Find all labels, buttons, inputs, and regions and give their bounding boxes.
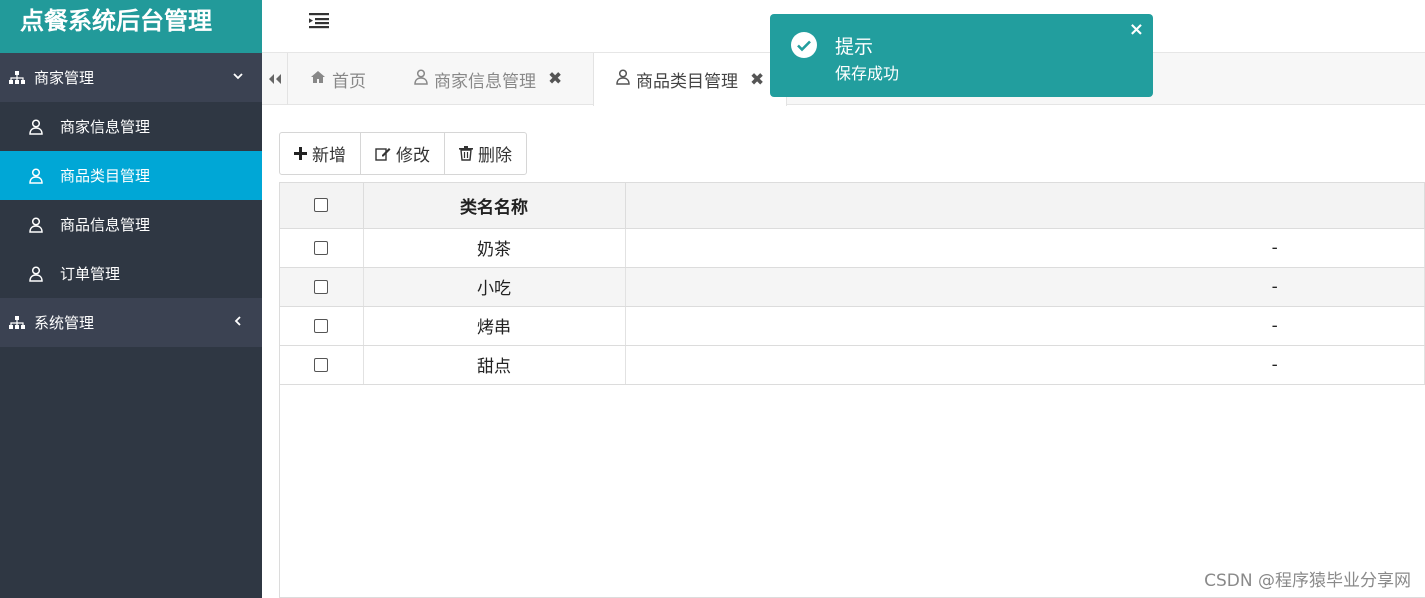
row-checkbox[interactable]	[314, 279, 329, 294]
cell-extra: -	[625, 306, 1425, 346]
row-checkbox-cell	[280, 228, 364, 268]
column-header-name[interactable]: 类名名称	[363, 183, 626, 229]
add-button[interactable]: 新增	[280, 133, 361, 174]
sidebar-item-category[interactable]: 商品类目管理	[0, 151, 262, 200]
table-header-row: 类名名称	[280, 183, 1425, 229]
row-checkbox[interactable]	[314, 240, 329, 255]
sidebar-group-label: 商家管理	[34, 69, 95, 87]
row-checkbox[interactable]	[314, 318, 329, 333]
trash-icon	[459, 146, 473, 161]
user-icon	[616, 69, 630, 90]
sidebar-item-orders[interactable]: 订单管理	[0, 249, 262, 298]
cell-name: 烤串	[363, 306, 626, 346]
sidebar-item-merchant-info[interactable]: 商家信息管理	[0, 102, 262, 151]
sidebar-item-product-info[interactable]: 商品信息管理	[0, 200, 262, 249]
user-icon	[0, 167, 60, 184]
table-row[interactable]: 烤串 -	[280, 306, 1425, 346]
main-content: 新增 修改 删除 类名名称 奶茶 - 小吃 - 烤串 - 甜点 -	[272, 117, 1425, 598]
sidebar-item-label: 订单管理	[60, 265, 121, 283]
tab-merchant-info[interactable]: 商家信息管理 ✖	[414, 53, 562, 105]
delete-button[interactable]: 删除	[445, 133, 526, 174]
tab-label: 首页	[332, 71, 366, 92]
sidebar-group-system[interactable]: 系统管理	[0, 298, 262, 347]
plus-icon	[294, 147, 307, 160]
sitemap-icon	[0, 70, 34, 85]
cell-extra: -	[625, 228, 1425, 268]
app-title: 点餐系统后台管理	[0, 0, 262, 53]
column-header-empty	[625, 183, 1425, 229]
category-table: 类名名称 奶茶 - 小吃 - 烤串 - 甜点 -	[279, 182, 1425, 598]
sidebar: 点餐系统后台管理 商家管理 商家信息管理 商品类目管理 商品信息管理 订单管理	[0, 0, 262, 598]
cell-name: 奶茶	[363, 228, 626, 268]
add-button-label: 新增	[312, 146, 346, 166]
toast-message: 保存成功	[835, 64, 900, 83]
table-row[interactable]: 甜点 -	[280, 345, 1425, 385]
watermark: CSDN @程序猿毕业分享网	[1204, 571, 1411, 591]
tab-close-icon[interactable]: ✖	[548, 69, 562, 89]
cell-name: 小吃	[363, 267, 626, 307]
tab-label: 商家信息管理	[434, 71, 536, 92]
toast-title: 提示	[835, 36, 874, 58]
sidebar-item-label: 商家信息管理	[60, 118, 151, 136]
edit-button-label: 修改	[396, 146, 430, 166]
row-checkbox-cell	[280, 267, 364, 307]
edit-icon	[375, 146, 391, 161]
toast-close-button[interactable]: ×	[1129, 19, 1144, 40]
user-icon	[414, 68, 428, 90]
tab-home[interactable]: 首页	[310, 53, 366, 105]
tab-label: 商品类目管理	[636, 72, 738, 92]
chevron-left-icon	[232, 313, 244, 331]
sitemap-icon	[0, 315, 34, 330]
check-circle-icon	[790, 31, 818, 63]
user-icon	[0, 265, 60, 282]
sidebar-item-label: 商品类目管理	[60, 167, 151, 185]
tab-close-icon[interactable]: ✖	[750, 70, 764, 90]
double-chevron-left-icon	[268, 70, 282, 89]
table-row[interactable]: 小吃 -	[280, 267, 1425, 307]
select-all-checkbox[interactable]	[314, 198, 329, 213]
cell-name: 甜点	[363, 345, 626, 385]
menu-toggle-icon[interactable]	[308, 11, 330, 33]
table-row[interactable]: 奶茶 -	[280, 228, 1425, 268]
sidebar-group-merchant[interactable]: 商家管理	[0, 53, 262, 102]
tabs-scroll-left-button[interactable]	[262, 53, 288, 105]
cell-extra: -	[625, 267, 1425, 307]
row-checkbox-cell	[280, 345, 364, 385]
success-toast: 提示 保存成功 ×	[770, 14, 1153, 97]
home-icon	[310, 69, 326, 89]
row-checkbox-cell	[280, 306, 364, 346]
sidebar-group-label: 系统管理	[34, 314, 95, 332]
cell-extra: -	[625, 345, 1425, 385]
sidebar-item-label: 商品信息管理	[60, 216, 151, 234]
action-toolbar: 新增 修改 删除	[279, 132, 527, 175]
chevron-down-icon	[232, 68, 244, 86]
user-icon	[0, 118, 60, 135]
user-icon	[0, 216, 60, 233]
header-checkbox-cell	[280, 183, 364, 229]
tab-category[interactable]: 商品类目管理 ✖	[593, 53, 788, 106]
delete-button-label: 删除	[478, 146, 512, 166]
row-checkbox[interactable]	[314, 357, 329, 372]
edit-button[interactable]: 修改	[361, 133, 445, 174]
